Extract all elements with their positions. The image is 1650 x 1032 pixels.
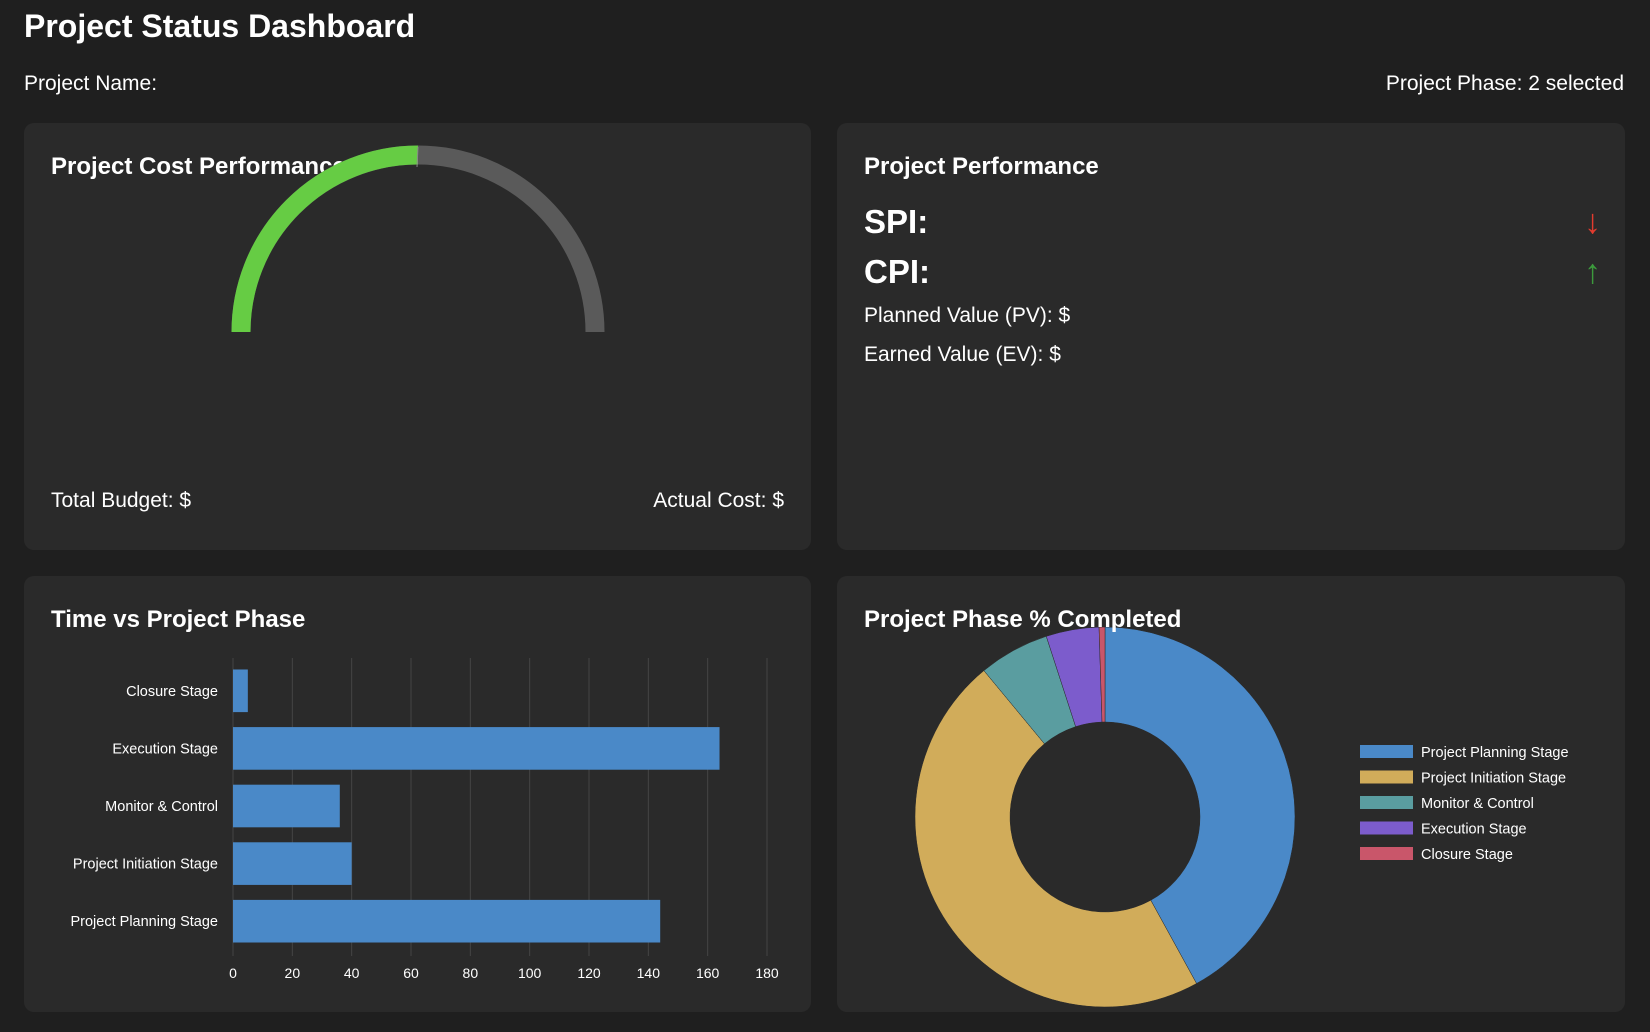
legend-label: Monitor & Control [1421, 796, 1534, 812]
up-arrow-icon: ↑ [1584, 253, 1601, 291]
x-tick-label: 160 [696, 965, 720, 981]
bar[interactable] [233, 899, 661, 943]
legend-swatch [1360, 745, 1413, 758]
cost-gauge [231, 145, 605, 333]
legend-swatch [1360, 821, 1413, 835]
phase-completed-card: Project Phase % Completed Project Planni… [837, 576, 1625, 1012]
total-budget-label: Total Budget: $ [51, 489, 192, 512]
legend-label: Project Planning Stage [1421, 745, 1569, 761]
time-vs-phase-card: Time vs Project Phase 0 20 40 60 80 100 120 140… [24, 576, 811, 1012]
x-tick-label: 140 [637, 965, 661, 981]
x-tick-label: 80 [463, 965, 479, 981]
phase-donut-chart: Project Planning Stage Project Initiation… [914, 626, 1569, 1008]
bar[interactable] [233, 727, 720, 770]
x-tick-label: 0 [229, 965, 237, 981]
x-tick-label: 60 [403, 965, 419, 981]
bar[interactable] [233, 784, 340, 828]
perf-card-title: Project Performance [864, 153, 1099, 180]
y-category-label: Project Planning Stage [70, 914, 218, 930]
cost-performance-card: Project Cost Performance Total Budget: $… [24, 123, 811, 550]
bar[interactable] [233, 669, 248, 713]
time-bar-chart: 0 20 40 60 80 100 120 140 160 180 Closure Stage Exe… [70, 658, 779, 981]
gauge-track [231, 145, 605, 333]
actual-cost-label: Actual Cost: $ [653, 489, 784, 512]
y-category-label: Project Initiation Stage [73, 857, 218, 873]
legend-swatch [1360, 770, 1413, 784]
legend-label: Project Initiation Stage [1421, 771, 1566, 787]
y-category-label: Monitor & Control [105, 799, 218, 815]
pie-card-title: Project Phase % Completed [864, 606, 1182, 633]
y-category-label: Closure Stage [126, 684, 218, 700]
legend-swatch [1360, 796, 1413, 809]
x-tick-label: 180 [755, 965, 779, 981]
gauge-fill [231, 145, 419, 333]
x-tick-label: 40 [344, 965, 360, 981]
legend-label: Execution Stage [1421, 822, 1527, 838]
legend-swatch [1360, 847, 1413, 860]
project-name-filter[interactable]: Project Name: [24, 72, 157, 96]
cpi-label: CPI: [864, 253, 930, 290]
earned-value-label: Earned Value (EV): $ [864, 343, 1061, 366]
spi-label: SPI: [864, 203, 929, 240]
x-tick-label: 100 [518, 965, 542, 981]
x-tick-label: 120 [577, 965, 601, 981]
legend-label: Closure Stage [1421, 847, 1513, 863]
page-title: Project Status Dashboard [24, 8, 416, 44]
y-category-label: Execution Stage [112, 741, 218, 757]
project-phase-filter[interactable]: Project Phase: 2 selected [1386, 72, 1624, 96]
bar[interactable] [233, 842, 352, 885]
project-performance-card: Project Performance SPI: ↓ CPI: ↑ Planne… [837, 123, 1625, 550]
time-card-title: Time vs Project Phase [51, 606, 306, 633]
x-tick-label: 20 [285, 965, 301, 981]
down-arrow-icon: ↓ [1584, 203, 1601, 241]
planned-value-label: Planned Value (PV): $ [864, 304, 1071, 327]
